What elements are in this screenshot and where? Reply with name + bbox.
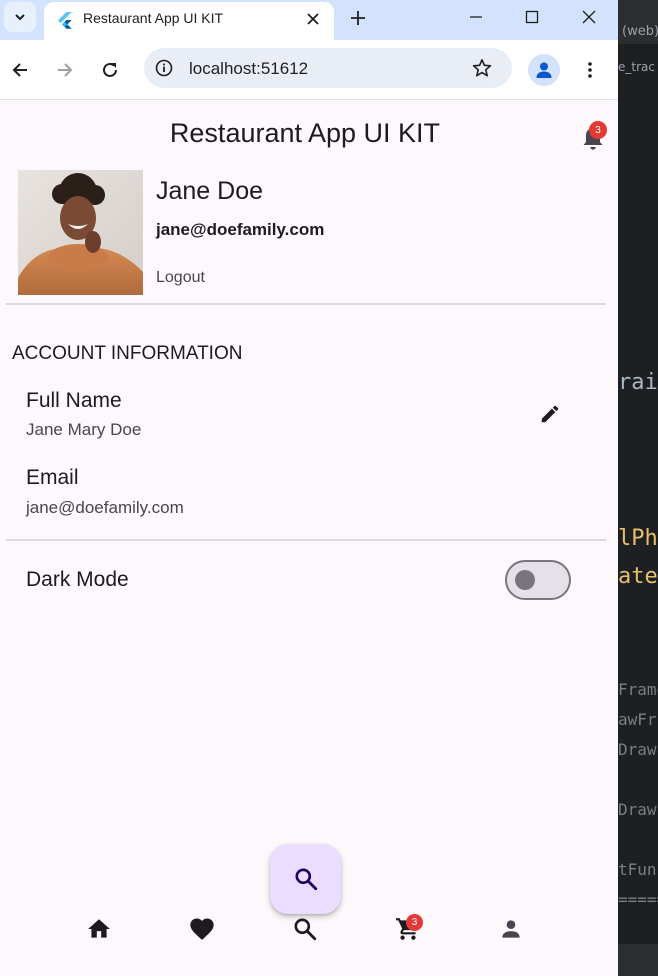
ide-code-line: Draw — [618, 740, 657, 759]
close-icon — [582, 10, 596, 24]
dark-mode-toggle[interactable] — [505, 560, 571, 600]
divider — [6, 539, 606, 541]
email-value: jane@doefamily.com — [26, 498, 184, 517]
tab-close-button[interactable] — [302, 8, 324, 30]
ide-code-line: rai — [618, 370, 658, 395]
profile-email: jane@doefamily.com — [156, 220, 325, 239]
bookmark-button[interactable] — [470, 56, 494, 80]
arrow-right-icon — [58, 63, 73, 77]
browser-tab-active[interactable]: Restaurant App UI KIT — [44, 2, 334, 40]
avatar — [18, 170, 143, 295]
tab-bar: Restaurant App UI KIT — [0, 0, 618, 40]
logout-button[interactable]: Logout — [156, 269, 205, 287]
full-name-value: Jane Mary Doe — [26, 420, 142, 439]
browser-window: Restaurant App UI KIT localhost:51612 Re… — [0, 0, 618, 976]
more-vertical-icon — [588, 62, 592, 78]
browser-menu-button[interactable] — [574, 54, 606, 86]
ide-code-line: awFr — [618, 710, 657, 729]
email-label: Email — [26, 466, 79, 489]
tab-title: Restaurant App UI KIT — [83, 10, 224, 26]
pencil-icon — [541, 405, 559, 423]
nav-cart[interactable]: 3 — [391, 912, 425, 946]
back-button[interactable] — [4, 54, 36, 86]
minimize-icon — [470, 16, 482, 18]
info-icon — [155, 59, 173, 77]
background-ide-window: (web) e_trac rai lPh ate Frame awFr Draw… — [618, 0, 658, 976]
url-text[interactable]: localhost:51612 — [189, 59, 308, 79]
nav-search[interactable] — [288, 912, 322, 946]
browser-toolbar: localhost:51612 — [0, 40, 618, 100]
nav-profile[interactable] — [494, 912, 528, 946]
maximize-button[interactable] — [504, 0, 560, 34]
ide-code-line: Draw — [618, 800, 657, 819]
site-info-button[interactable] — [152, 56, 176, 80]
profile-photo — [18, 170, 143, 295]
home-icon — [88, 919, 110, 938]
plus-icon — [351, 11, 365, 25]
tab-search-button[interactable] — [4, 2, 36, 32]
nav-favorites[interactable] — [185, 912, 219, 946]
reload-button[interactable] — [94, 54, 126, 86]
forward-button[interactable] — [49, 54, 81, 86]
close-window-button[interactable] — [561, 0, 617, 34]
new-tab-button[interactable] — [344, 4, 372, 32]
ide-tab-label: (web) — [622, 24, 658, 39]
star-outline-icon — [472, 59, 492, 77]
search-fab[interactable] — [270, 844, 341, 914]
full-name-label: Full Name — [26, 389, 122, 412]
heart-icon — [190, 918, 214, 940]
search-icon — [294, 868, 317, 891]
edit-full-name-button[interactable] — [536, 400, 564, 428]
divider — [6, 303, 606, 305]
notification-badge: 3 — [589, 121, 607, 139]
ide-code-line: tFunc — [618, 860, 658, 879]
section-title: ACCOUNT INFORMATION — [12, 343, 243, 364]
app-screen: Restaurant App UI KIT 3 Jane Doe jane@do… — [0, 100, 618, 976]
person-icon — [536, 62, 552, 78]
arrow-left-icon — [12, 63, 27, 77]
person-icon — [502, 920, 520, 938]
page-title: Restaurant App UI KIT — [169, 118, 441, 148]
nav-home[interactable] — [82, 912, 116, 946]
ide-subtab-label: e_trac — [618, 60, 655, 74]
dark-mode-label: Dark Mode — [26, 568, 129, 591]
profile-name: Jane Doe — [156, 177, 264, 205]
ide-code-line: Frame — [618, 680, 658, 699]
maximize-icon — [525, 10, 539, 24]
ide-code-line: ===== — [618, 890, 658, 909]
flutter-logo-icon — [58, 12, 72, 29]
reload-icon — [103, 62, 117, 77]
search-icon — [294, 918, 317, 941]
browser-profile-button[interactable] — [528, 54, 560, 86]
chevron-down-icon — [15, 14, 25, 21]
notifications-button[interactable]: 3 — [580, 121, 607, 152]
ide-status-bar — [618, 944, 658, 976]
address-bar[interactable]: localhost:51612 — [144, 48, 512, 88]
minimize-button[interactable] — [448, 0, 504, 34]
cart-badge: 3 — [406, 914, 423, 931]
close-icon — [307, 13, 319, 25]
ide-code-line: ate — [618, 564, 658, 589]
ide-code-line: lPh — [618, 526, 658, 551]
toggle-knob — [515, 570, 535, 590]
